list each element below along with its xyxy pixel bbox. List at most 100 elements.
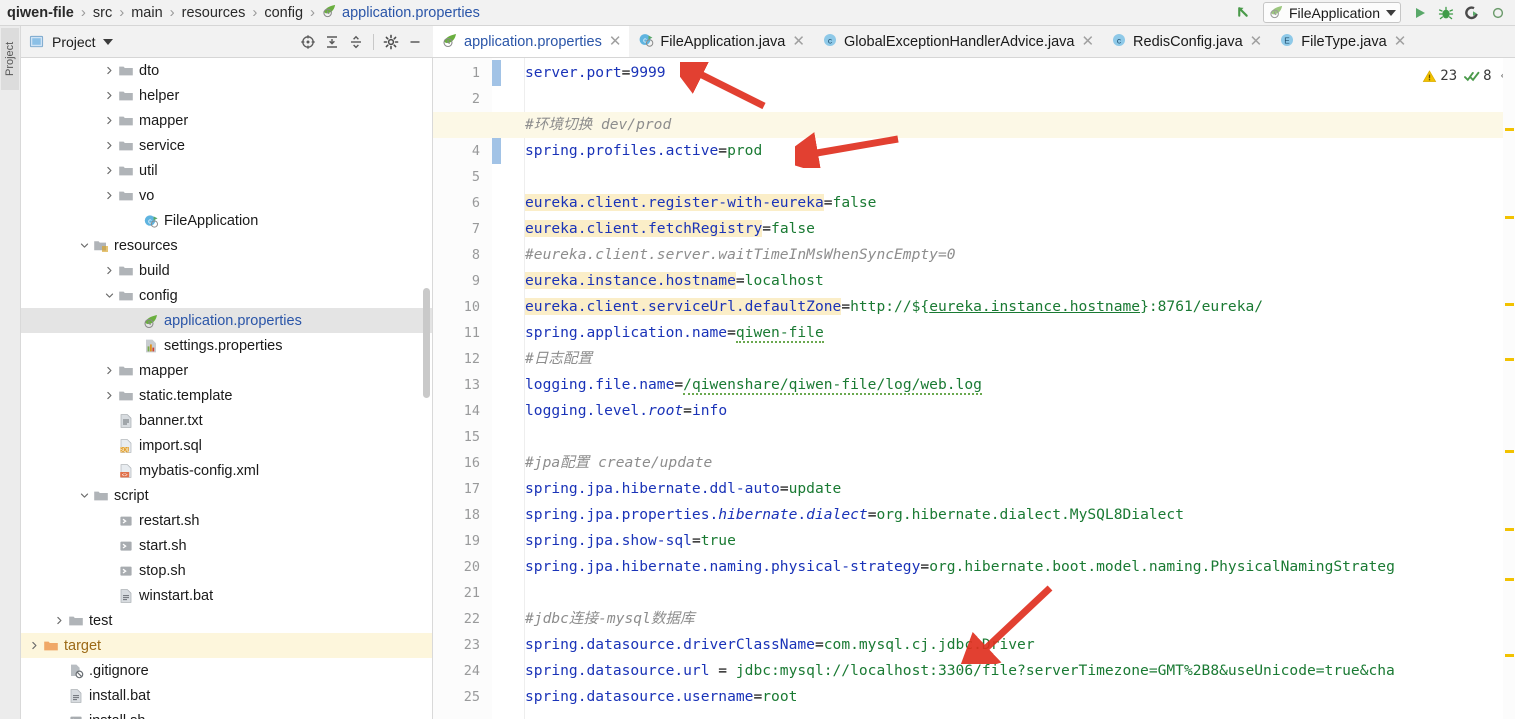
close-icon[interactable]: ✕ (1250, 34, 1263, 49)
debug-bug-icon[interactable] (1433, 1, 1459, 25)
editor-tab-filetype-java[interactable]: E FileType.java ✕ (1270, 26, 1414, 57)
tree-item-restart-sh[interactable]: restart.sh (21, 508, 432, 533)
code-line[interactable]: spring.datasource.url = jdbc:mysql://loc… (525, 658, 1395, 684)
expand-all-icon[interactable] (320, 30, 344, 54)
tree-item-start-sh[interactable]: start.sh (21, 533, 432, 558)
breadcrumb-item-application-properties[interactable]: application.properties (322, 3, 480, 22)
tree-item-install-bat[interactable]: install.bat (21, 683, 432, 708)
code-line[interactable]: #环境切换 dev/prod (525, 112, 671, 138)
tree-item-winstart-bat[interactable]: winstart.bat (21, 583, 432, 608)
collapse-all-icon[interactable] (344, 30, 368, 54)
editor-gutter[interactable]: 1234567891011121314151617181920212223242… (433, 58, 492, 719)
stripe-button-project[interactable]: Project (1, 28, 19, 90)
chevron-down-icon[interactable] (1386, 9, 1396, 16)
code-line[interactable]: #eureka.client.server.waitTimeInMsWhenSy… (525, 242, 956, 268)
code-line[interactable]: server.port=9999 (525, 60, 666, 86)
chevron-right-icon[interactable] (102, 66, 116, 75)
tree-item-util[interactable]: util (21, 158, 432, 183)
code-editor[interactable]: 1234567891011121314151617181920212223242… (433, 58, 1515, 719)
code-line[interactable]: spring.datasource.driverClassName=com.my… (525, 632, 1035, 658)
chevron-down-icon[interactable] (102, 291, 116, 300)
inspection-marker[interactable] (1505, 528, 1514, 531)
code-line[interactable]: #日志配置 (525, 346, 592, 372)
code-line[interactable]: #jpa配置 create/update (525, 450, 712, 476)
editor-marker-lane[interactable] (1503, 58, 1515, 719)
tree-item-static-template[interactable]: static.template (21, 383, 432, 408)
chevron-right-icon[interactable] (102, 116, 116, 125)
inspection-marker[interactable] (1505, 578, 1514, 581)
chevron-right-icon[interactable] (102, 391, 116, 400)
tree-item-install-sh[interactable]: install.sh (21, 708, 432, 719)
code-line[interactable]: spring.jpa.properties.hibernate.dialect=… (525, 502, 1184, 528)
chevron-down-icon[interactable] (102, 38, 113, 45)
chevron-right-icon[interactable] (102, 266, 116, 275)
breadcrumb-item-resources[interactable]: resources (182, 5, 246, 21)
chevron-right-icon[interactable] (102, 91, 116, 100)
close-icon[interactable]: ✕ (792, 34, 805, 49)
project-tree-scrollbar[interactable] (423, 288, 430, 398)
chevron-right-icon[interactable] (102, 141, 116, 150)
code-line[interactable]: spring.profiles.active=prod (525, 138, 762, 164)
tree-item-settings-properties[interactable]: settings.properties (21, 333, 432, 358)
tree-item-mapper[interactable]: mapper (21, 108, 432, 133)
code-line[interactable]: eureka.client.register-with-eureka=false (525, 190, 876, 216)
tree-item-target[interactable]: target (21, 633, 432, 658)
code-line[interactable]: logging.file.name=/qiwenshare/qiwen-file… (525, 372, 982, 398)
tree-item-config[interactable]: config (21, 283, 432, 308)
project-tree[interactable]: dto helper mapper service util vo c FileApplica… (21, 58, 433, 719)
inspection-marker[interactable] (1505, 128, 1514, 131)
close-icon[interactable]: ✕ (609, 34, 622, 49)
tree-item-dto[interactable]: dto (21, 58, 432, 83)
gutter-change-marker[interactable] (492, 60, 501, 86)
code-line[interactable]: eureka.client.serviceUrl.defaultZone=htt… (525, 294, 1263, 320)
inspection-marker[interactable] (1505, 450, 1514, 453)
more-toolbar-icon[interactable] (1485, 1, 1511, 25)
settings-gear-icon[interactable] (379, 30, 403, 54)
tree-item-resources[interactable]: resources (21, 233, 432, 258)
chevron-right-icon[interactable] (102, 366, 116, 375)
tree-item-application-properties[interactable]: application.properties (21, 308, 432, 333)
run-configuration-selector[interactable]: FileApplication (1262, 2, 1401, 23)
editor-tab-fileapplication-java[interactable]: c FileApplication.java ✕ (629, 26, 813, 57)
tree-item-gitignore[interactable]: .gitignore (21, 658, 432, 683)
arrow-up-left-icon[interactable] (1231, 1, 1257, 25)
tree-item-import-sql[interactable]: SQL import.sql (21, 433, 432, 458)
inspection-widget[interactable]: 23 8 ‹ (1415, 68, 1507, 84)
tree-item-vo[interactable]: vo (21, 183, 432, 208)
tree-item-fileapplication[interactable]: c FileApplication (21, 208, 432, 233)
code-line[interactable]: eureka.client.fetchRegistry=false (525, 216, 815, 242)
breadcrumb-item-src[interactable]: src (93, 5, 112, 21)
breadcrumb-item-qiwen-file[interactable]: qiwen-file (0, 5, 74, 21)
close-icon[interactable]: ✕ (1081, 34, 1094, 49)
editor-tab-application-properties[interactable]: application.properties ✕ (433, 26, 630, 57)
chevron-down-icon[interactable] (77, 241, 91, 250)
chevron-right-icon[interactable] (102, 166, 116, 175)
code-line[interactable]: logging.level.root=info (525, 398, 727, 424)
editor-tab-redisconfig-java[interactable]: c RedisConfig.java ✕ (1102, 26, 1270, 57)
inspection-marker[interactable] (1505, 303, 1514, 306)
inspection-marker[interactable] (1505, 654, 1514, 657)
code-line[interactable]: spring.jpa.hibernate.ddl-auto=update (525, 476, 841, 502)
scroll-from-source-icon[interactable] (296, 30, 320, 54)
breadcrumb-item-main[interactable]: main (131, 5, 162, 21)
tree-item-helper[interactable]: helper (21, 83, 432, 108)
inspection-marker[interactable] (1505, 216, 1514, 219)
chevron-right-icon[interactable] (102, 191, 116, 200)
tree-item-mybatis-config-xml[interactable]: <> mybatis-config.xml (21, 458, 432, 483)
run-play-icon[interactable] (1407, 1, 1433, 25)
chevron-down-icon[interactable] (77, 491, 91, 500)
tree-item-mapper[interactable]: mapper (21, 358, 432, 383)
gutter-change-marker[interactable] (492, 138, 501, 164)
code-line[interactable]: #jdbc连接-mysql数据库 (525, 606, 695, 632)
chevron-right-icon[interactable] (52, 616, 66, 625)
tree-item-script[interactable]: script (21, 483, 432, 508)
editor-tab-globalexceptionhandleradvice-java[interactable]: c GlobalExceptionHandlerAdvice.java ✕ (813, 26, 1102, 57)
code-line[interactable]: spring.jpa.hibernate.naming.physical-str… (525, 554, 1395, 580)
tree-item-build[interactable]: build (21, 258, 432, 283)
inspection-marker[interactable] (1505, 358, 1514, 361)
tree-item-stop-sh[interactable]: stop.sh (21, 558, 432, 583)
code-line[interactable]: spring.application.name=qiwen-file (525, 320, 824, 346)
tree-item-test[interactable]: test (21, 608, 432, 633)
code-line[interactable]: eureka.instance.hostname=localhost (525, 268, 824, 294)
code-line[interactable]: spring.datasource.username=root (525, 684, 797, 710)
